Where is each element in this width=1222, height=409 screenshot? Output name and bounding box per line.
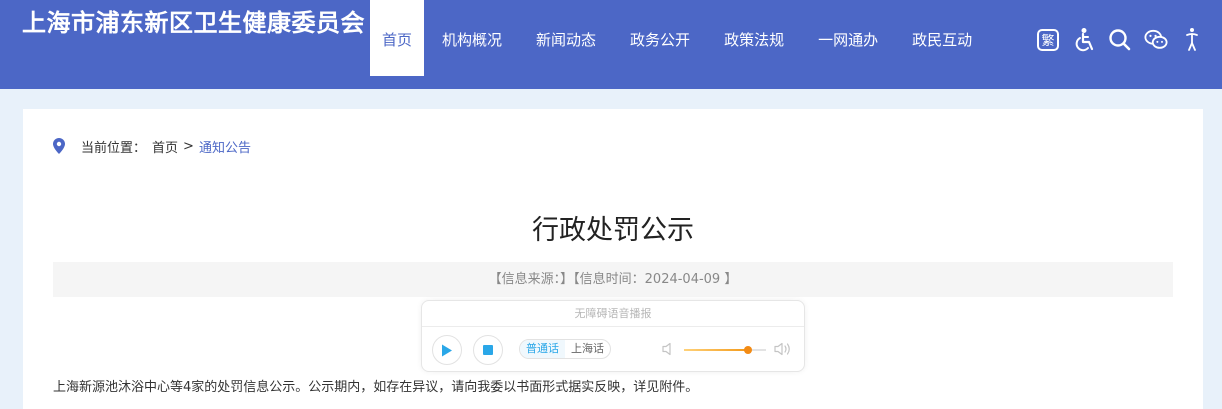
wechat-icon[interactable] bbox=[1144, 27, 1168, 53]
breadcrumb-label: 当前位置： bbox=[81, 140, 147, 156]
volume-high-icon[interactable] bbox=[774, 341, 792, 357]
volume-slider-fill bbox=[684, 349, 748, 351]
header-tools: 繁 bbox=[1036, 26, 1216, 54]
language-mandarin[interactable]: 普通话 bbox=[520, 340, 565, 358]
breadcrumb: 当前位置： 首页 > 通知公告 bbox=[53, 136, 251, 156]
article-meta: 【信息来源：】【信息时间：2024-04-09 】 bbox=[53, 262, 1173, 297]
location-pin-icon bbox=[53, 138, 65, 154]
language-switch: 普通话 上海话 bbox=[519, 339, 611, 359]
elderly-mode-icon[interactable] bbox=[1180, 27, 1204, 53]
play-button[interactable] bbox=[432, 335, 462, 365]
breadcrumb-home-link[interactable]: 首页 bbox=[152, 137, 178, 156]
volume-slider[interactable] bbox=[684, 346, 766, 354]
search-icon[interactable] bbox=[1108, 27, 1132, 53]
language-shanghainese[interactable]: 上海话 bbox=[565, 340, 610, 358]
nav-item-news[interactable]: 新闻动态 bbox=[520, 0, 612, 76]
stop-button[interactable] bbox=[473, 335, 503, 365]
main-nav: 首页 机构概况 新闻动态 政务公开 政策法规 一网通办 政民互动 bbox=[370, 0, 988, 76]
nav-item-interaction[interactable]: 政民互动 bbox=[896, 0, 988, 76]
breadcrumb-separator: > bbox=[183, 138, 194, 154]
nav-item-online-services[interactable]: 一网通办 bbox=[802, 0, 894, 76]
traditional-chinese-glyph: 繁 bbox=[1041, 33, 1054, 49]
stop-icon bbox=[483, 345, 493, 355]
article-title: 行政处罚公示 bbox=[532, 215, 694, 246]
voice-player: 无障碍语音播报 普通话 上海话 bbox=[421, 300, 805, 372]
nav-item-organization[interactable]: 机构概况 bbox=[426, 0, 518, 76]
traditional-chinese-icon[interactable]: 繁 bbox=[1036, 27, 1060, 53]
content-card: 当前位置： 首页 > 通知公告 行政处罚公示 【信息来源：】【信息时间：2024… bbox=[23, 109, 1203, 409]
voice-player-title: 无障碍语音播报 bbox=[422, 301, 804, 327]
volume-slider-knob[interactable] bbox=[743, 346, 752, 354]
play-icon bbox=[442, 344, 452, 356]
site-header: 上海市浦东新区卫生健康委员会 首页 机构概况 新闻动态 政务公开 政策法规 一网… bbox=[0, 0, 1222, 89]
article-content: 上海新源池沐浴中心等4家的处罚信息公示。公示期内，如存在异议，请向我委以书面形式… bbox=[53, 380, 699, 395]
volume-low-icon[interactable] bbox=[662, 342, 674, 356]
site-title[interactable]: 上海市浦东新区卫生健康委员会 bbox=[22, 6, 365, 40]
nav-item-government-affairs[interactable]: 政务公开 bbox=[614, 0, 706, 76]
breadcrumb-current-link[interactable]: 通知公告 bbox=[199, 137, 251, 156]
nav-item-home[interactable]: 首页 bbox=[370, 0, 425, 76]
accessibility-icon[interactable] bbox=[1072, 27, 1096, 53]
nav-item-policies[interactable]: 政策法规 bbox=[708, 0, 800, 76]
